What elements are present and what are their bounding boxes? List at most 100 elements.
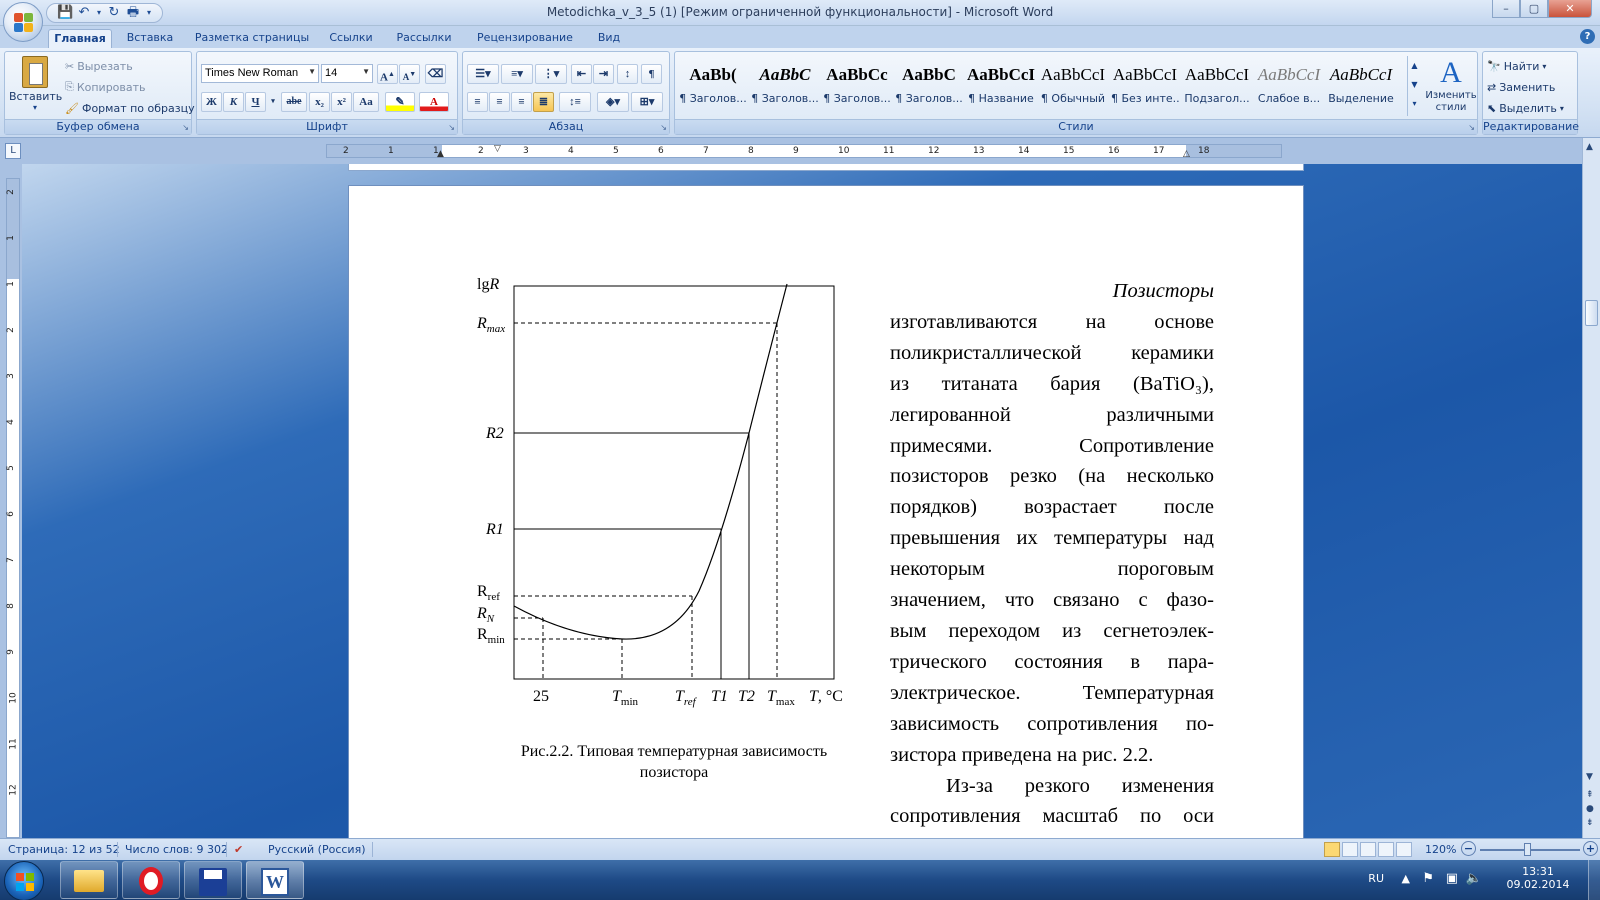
- font-launcher-icon[interactable]: ↘: [448, 123, 455, 132]
- style-item[interactable]: AaBbCcI ¶ Название: [967, 58, 1035, 118]
- start-button[interactable]: [4, 861, 44, 900]
- outline-icon[interactable]: [1378, 842, 1394, 857]
- borders-button[interactable]: ⊞▾: [631, 92, 663, 112]
- action-center-icon[interactable]: ⚑: [1422, 871, 1434, 886]
- full-screen-reading-icon[interactable]: [1342, 842, 1358, 857]
- styles-launcher-icon[interactable]: ↘: [1468, 123, 1475, 132]
- tab-insert[interactable]: Вставка: [120, 29, 180, 48]
- minimize-button[interactable]: –: [1492, 0, 1520, 18]
- document-page[interactable]: lgR Rmax R2 R1 Rref RN Rmin 25 Tmin Tref…: [348, 185, 1304, 845]
- spellcheck-icon[interactable]: ✔: [234, 843, 243, 856]
- language-indicator[interactable]: Русский (Россия): [268, 843, 366, 856]
- prev-page-icon[interactable]: ⇞: [1586, 790, 1594, 800]
- opera-taskbar-button[interactable]: [122, 861, 180, 899]
- cut-button[interactable]: ✂ Вырезать: [65, 56, 133, 76]
- first-line-indent-marker[interactable]: ▽: [494, 144, 501, 154]
- vertical-scrollbar[interactable]: ▲ ▼ ⇞ ● ⇟: [1582, 138, 1600, 838]
- select-button[interactable]: ⬉ Выделить ▾: [1487, 98, 1564, 118]
- tab-selector-icon[interactable]: L: [5, 143, 21, 159]
- horizontal-ruler[interactable]: 2 1 1 2 3 4 5 6 7 8 9 10 11 12 13 14 15 16 17 18 ▽ ▲ △: [326, 144, 1282, 159]
- format-painter-button[interactable]: 🖌 Формат по образцу: [65, 98, 195, 118]
- justify-button[interactable]: ≣: [533, 92, 554, 112]
- word-count[interactable]: Число слов: 9 302: [125, 843, 228, 856]
- style-item[interactable]: AaBbCcI ¶ Обычный: [1039, 58, 1107, 118]
- sort-button[interactable]: ↕: [617, 64, 638, 84]
- find-button[interactable]: 🔭 Найти ▾: [1487, 56, 1546, 76]
- increase-indent-button[interactable]: ⇥: [593, 64, 614, 84]
- network-icon[interactable]: ▣: [1446, 871, 1458, 886]
- office-button[interactable]: [3, 2, 43, 42]
- change-case-button[interactable]: Aa: [353, 92, 379, 112]
- zoom-level[interactable]: 120%: [1425, 843, 1456, 856]
- show-desktop-button[interactable]: [1588, 860, 1600, 900]
- next-page-icon[interactable]: ⇟: [1586, 818, 1594, 828]
- strikethrough-button[interactable]: abe: [281, 92, 307, 112]
- page-count[interactable]: Страница: 12 из 52: [8, 843, 120, 856]
- style-item[interactable]: AaBbC ¶ Заголов...: [895, 58, 963, 118]
- more-icon[interactable]: ▾: [1408, 94, 1421, 113]
- bullets-button[interactable]: ☰▾: [467, 64, 499, 84]
- style-item[interactable]: AaBbCcI Подзагол...: [1183, 58, 1251, 118]
- style-item[interactable]: AaBbC ¶ Заголов...: [751, 58, 819, 118]
- shrink-font-button[interactable]: A▼: [399, 64, 420, 84]
- web-layout-icon[interactable]: [1360, 842, 1376, 857]
- grow-font-button[interactable]: A▲: [377, 64, 398, 84]
- style-item[interactable]: AaBbCcI Слабое в...: [1255, 58, 1323, 118]
- style-item[interactable]: AaBbCcI ¶ Без инте...: [1111, 58, 1179, 118]
- tab-home[interactable]: Главная: [48, 29, 112, 48]
- styles-scroll[interactable]: ▲ ▼ ▾: [1407, 56, 1421, 116]
- tab-review[interactable]: Рецензирование: [470, 29, 580, 48]
- style-item[interactable]: AaBbCc ¶ Заголов...: [823, 58, 891, 118]
- word-taskbar-button[interactable]: W: [246, 861, 304, 899]
- font-color-button[interactable]: A: [419, 92, 449, 112]
- vertical-ruler[interactable]: 2 1 1 2 3 4 5 6 7 8 9 10 11 12: [6, 178, 20, 838]
- decrease-indent-button[interactable]: ⇤: [571, 64, 592, 84]
- underline-button[interactable]: Ч: [245, 92, 266, 112]
- show-marks-button[interactable]: ¶: [641, 64, 662, 84]
- tab-view[interactable]: Вид: [590, 29, 628, 48]
- chevron-up-icon[interactable]: ▲: [1408, 56, 1421, 75]
- underline-dropdown-icon[interactable]: ▾: [267, 92, 279, 112]
- body-text[interactable]: Позисторы изготавливаются на основе поликр…: [890, 276, 1214, 832]
- close-button[interactable]: ✕: [1548, 0, 1592, 18]
- browse-object-icon[interactable]: ●: [1586, 804, 1594, 814]
- font-name-combo[interactable]: Times New Roman ▼: [201, 64, 319, 83]
- language-indicator-tray[interactable]: RU: [1368, 872, 1384, 885]
- tab-page-layout[interactable]: Разметка страницы: [192, 29, 312, 48]
- paste-button[interactable]: Вставить ▾: [9, 54, 62, 116]
- align-center-button[interactable]: ≡: [489, 92, 510, 112]
- clear-format-button[interactable]: ⌫: [425, 64, 446, 84]
- line-spacing-button[interactable]: ↕≡: [559, 92, 591, 112]
- multilevel-list-button[interactable]: ⋮▾: [535, 64, 567, 84]
- print-layout-icon[interactable]: [1324, 842, 1340, 857]
- subscript-button[interactable]: x₂: [309, 92, 330, 112]
- chevron-down-icon[interactable]: ▼: [1408, 75, 1421, 94]
- draft-icon[interactable]: [1396, 842, 1412, 857]
- clock[interactable]: 13:31 09.02.2014: [1506, 865, 1570, 891]
- help-icon[interactable]: ?: [1580, 29, 1595, 44]
- bold-button[interactable]: Ж: [201, 92, 222, 112]
- font-size-combo[interactable]: 14 ▼: [321, 64, 373, 83]
- clipboard-launcher-icon[interactable]: ↘: [182, 123, 189, 132]
- file-explorer-taskbar-button[interactable]: [60, 861, 118, 899]
- maximize-button[interactable]: ▢: [1520, 0, 1548, 18]
- tab-references[interactable]: Ссылки: [322, 29, 380, 48]
- save-app-taskbar-button[interactable]: [184, 861, 242, 899]
- scroll-thumb[interactable]: [1585, 300, 1598, 326]
- zoom-out-button[interactable]: −: [1461, 841, 1476, 856]
- right-indent-marker[interactable]: △: [1183, 149, 1190, 159]
- numbering-button[interactable]: ≡▾: [501, 64, 533, 84]
- zoom-in-button[interactable]: +: [1583, 841, 1598, 856]
- style-item[interactable]: AaBbCcI Выделение: [1327, 58, 1395, 118]
- zoom-slider-thumb[interactable]: [1524, 843, 1531, 856]
- tab-mailings[interactable]: Рассылки: [390, 29, 458, 48]
- highlight-button[interactable]: ✎: [385, 92, 415, 112]
- replace-button[interactable]: ⇄ Заменить: [1487, 77, 1555, 97]
- paragraph-launcher-icon[interactable]: ↘: [660, 123, 667, 132]
- shading-button[interactable]: ◈▾: [597, 92, 629, 112]
- align-right-button[interactable]: ≡: [511, 92, 532, 112]
- italic-button[interactable]: К: [223, 92, 244, 112]
- style-item[interactable]: AaBb(¶ Заголов...: [679, 58, 747, 118]
- superscript-button[interactable]: x²: [331, 92, 352, 112]
- volume-icon[interactable]: 🔈: [1466, 871, 1482, 886]
